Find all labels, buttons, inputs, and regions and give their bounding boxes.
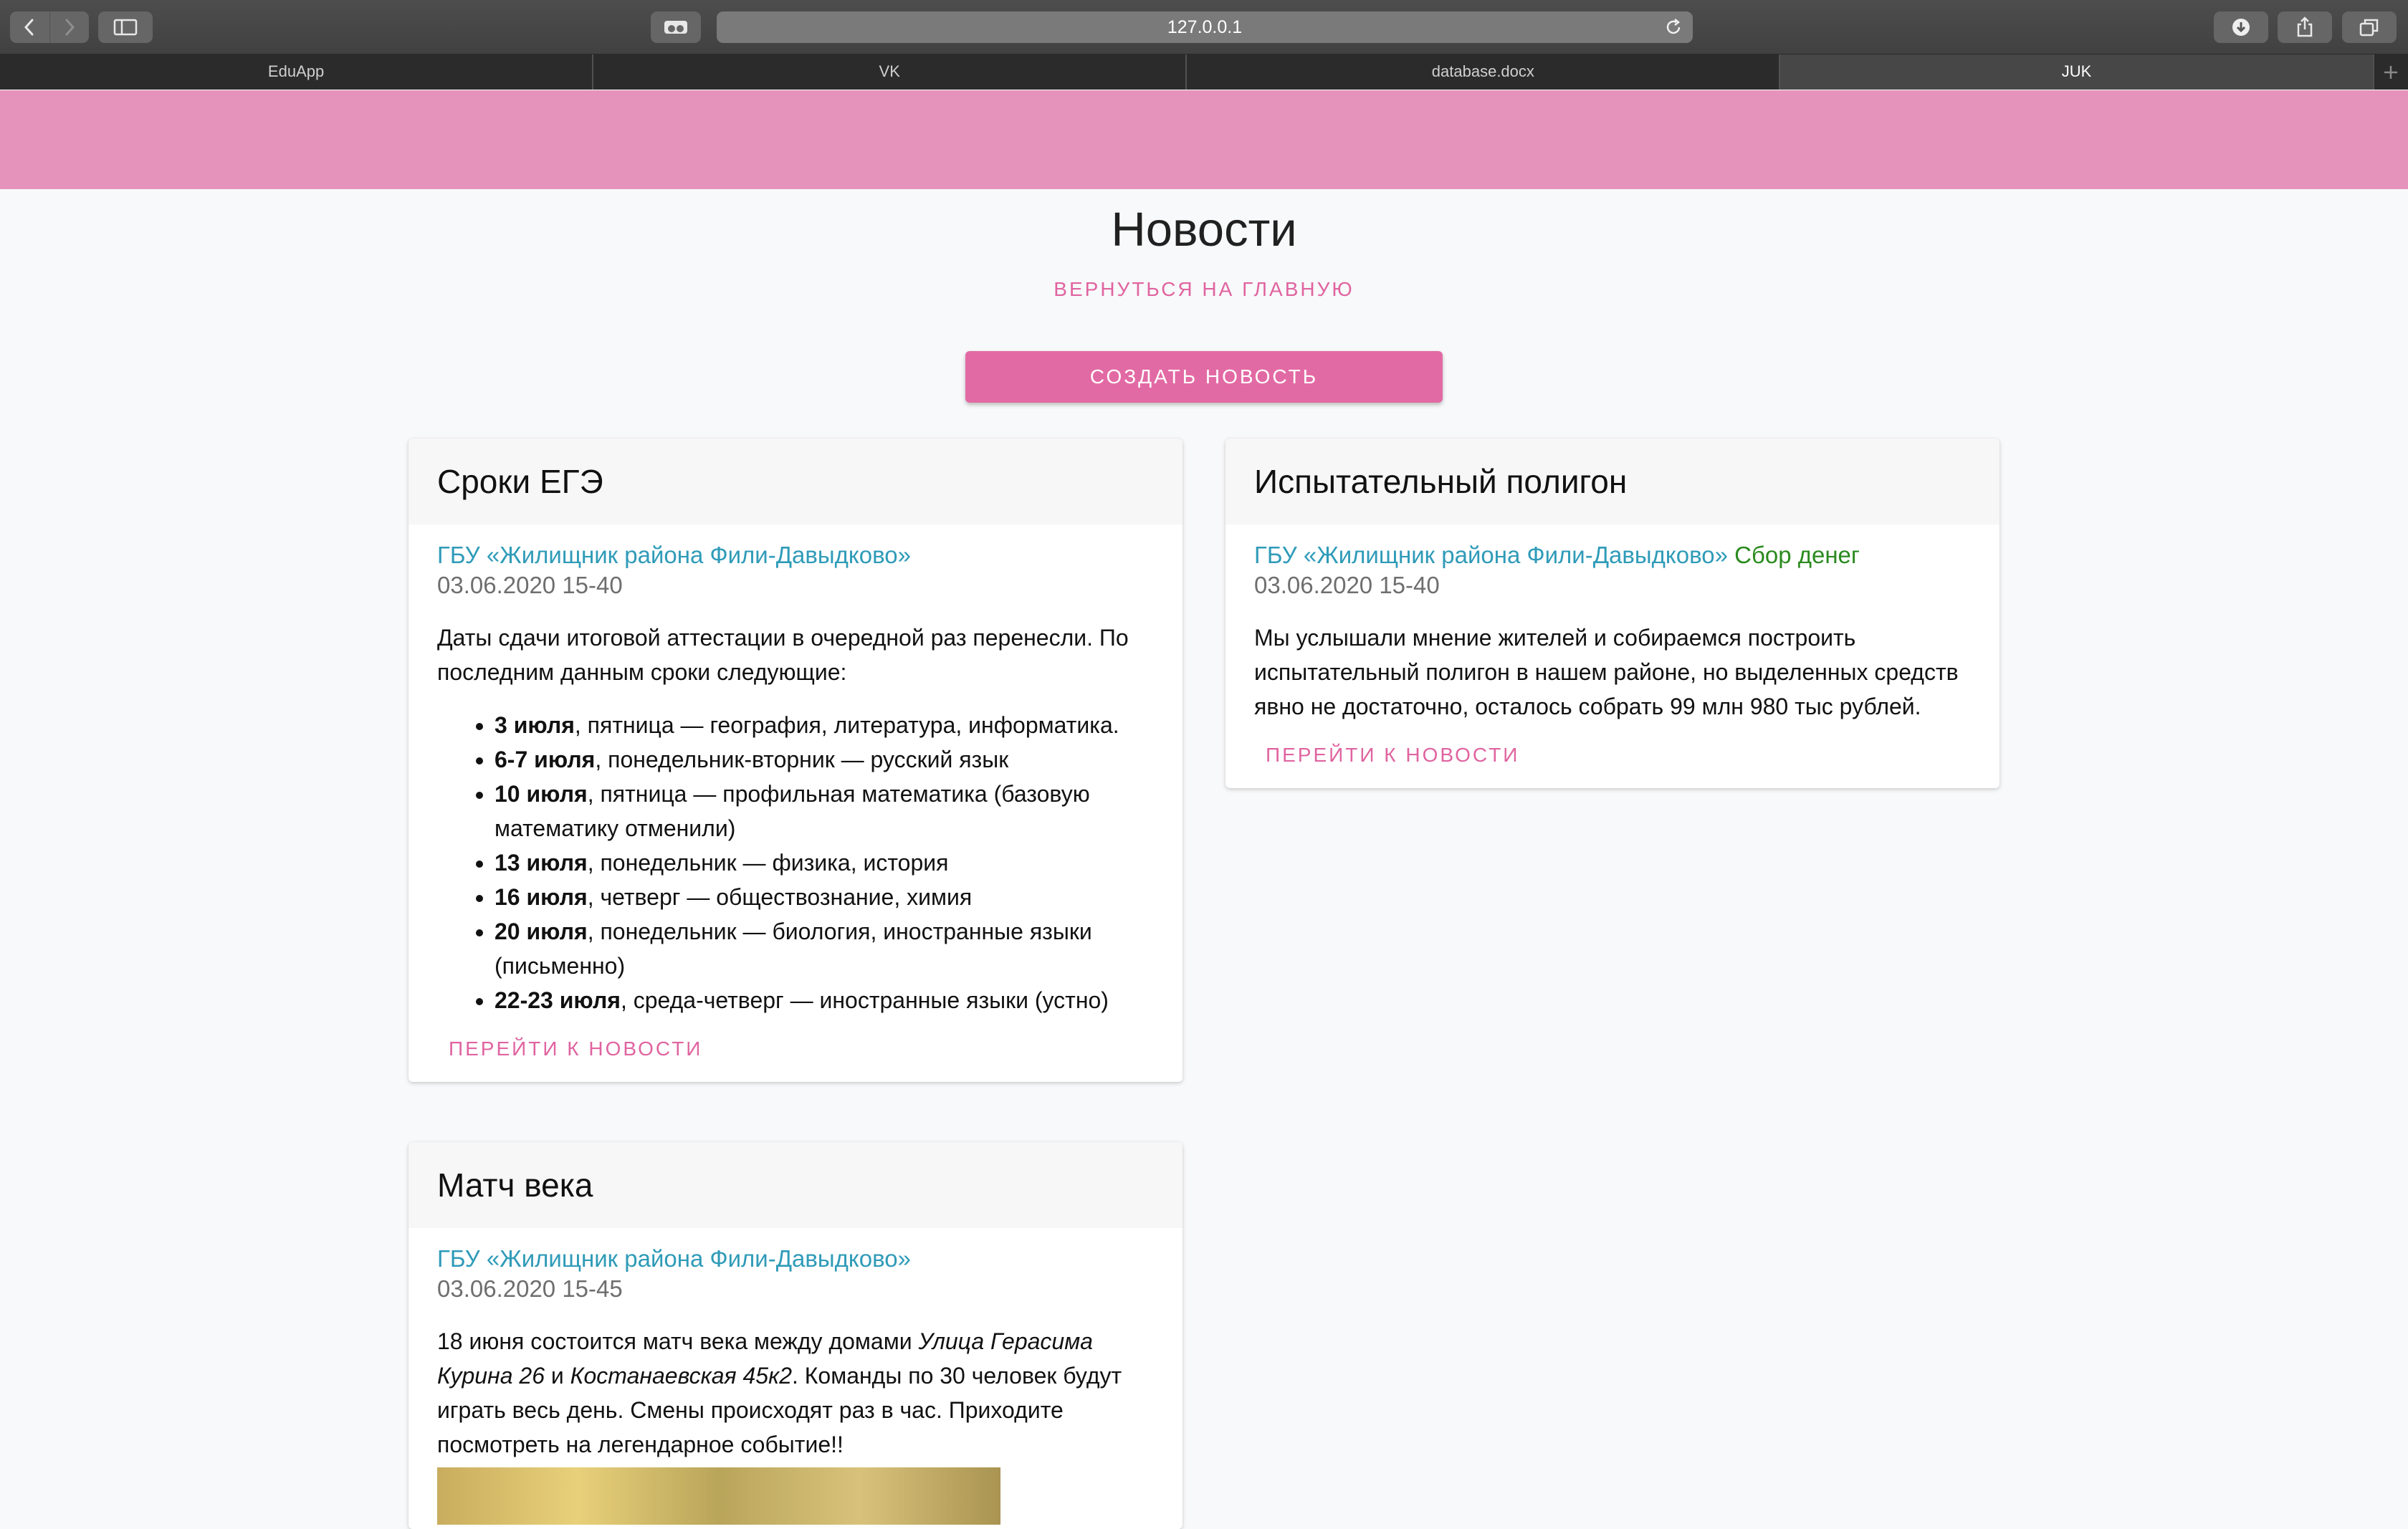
reader-button[interactable] [651, 11, 701, 43]
news-card-body: ГБУ «Жилищник района Фили-Давыдково» 03.… [408, 1228, 1182, 1529]
news-author-link[interactable]: ГБУ «Жилищник района Фили-Давыдково» [437, 1245, 911, 1272]
list-item: 10 июля, пятница — профильная математика… [494, 777, 1154, 845]
glasses-icon [664, 21, 687, 34]
news-title: Матч века [408, 1142, 1182, 1228]
app-header-bar [0, 90, 2408, 189]
create-news-button[interactable]: Создать новость [965, 351, 1443, 403]
list-item: 3 июля, пятница — география, литература,… [494, 708, 1154, 742]
list-item: 22-23 июля, среда-четверг — иностранные … [494, 983, 1154, 1017]
news-card: Матч века ГБУ «Жилищник района Фили-Давы… [408, 1142, 1182, 1529]
news-card-body: ГБУ «Жилищник района Фили-Давыдково» Сбо… [1226, 524, 2000, 788]
share-button[interactable] [2278, 11, 2332, 43]
news-title: Сроки ЕГЭ [408, 438, 1182, 524]
list-item-text: , четверг — обществознание, химия [587, 884, 973, 910]
address-bar[interactable]: 127.0.0.1 [717, 11, 1693, 43]
history-nav-group [10, 11, 89, 43]
list-item-text: , понедельник-вторник — русский язык [595, 747, 1009, 772]
news-date: 03.06.2020 15-40 [437, 572, 623, 598]
tab-bar: EduApp VK database.docx JUK [0, 54, 2408, 90]
list-item: 13 июля, понедельник — физика, история [494, 845, 1154, 880]
list-item-date: 20 июля [494, 919, 588, 944]
news-author: ГБУ «Жилищник района Фили-Давыдково» Сбо… [1254, 540, 1971, 570]
open-news-link[interactable]: Перейти к новости [1266, 744, 1519, 767]
reload-icon[interactable] [1664, 18, 1683, 37]
tab-eduapp[interactable]: EduApp [0, 54, 594, 90]
list-item-text: , среда-четверг — иностранные языки (уст… [620, 987, 1109, 1013]
sidebar-icon [113, 19, 138, 36]
news-text: Мы услышали мнение жителей и собираемся … [1254, 625, 1959, 719]
chevron-right-icon [65, 19, 75, 36]
tab-database-docx[interactable]: database.docx [1187, 54, 1781, 90]
list-item-text: , пятница — география, литература, инфор… [574, 712, 1119, 738]
share-icon [2297, 16, 2313, 37]
list-item: 20 июля, понедельник — биология, иностра… [494, 914, 1154, 983]
list-item: 16 июля, четверг — обществознание, химия [494, 880, 1154, 914]
list-item-date: 3 июля [494, 712, 575, 738]
news-card-body: ГБУ «Жилищник района Фили-Давыдково» 03.… [408, 524, 1182, 1082]
url-text: 127.0.0.1 [1167, 17, 1243, 37]
news-card: Сроки ЕГЭ ГБУ «Жилищник района Фили-Давы… [408, 438, 1182, 1082]
news-author-link[interactable]: ГБУ «Жилищник района Фили-Давыдково» [437, 542, 911, 568]
sidebar-toggle-button[interactable] [98, 11, 153, 43]
browser-toolbar: 127.0.0.1 [0, 0, 2408, 54]
news-author: ГБУ «Жилищник района Фили-Давыдково» [437, 1244, 1154, 1274]
tab-juk[interactable]: JUK [1780, 54, 2374, 90]
back-to-home-link[interactable]: Вернуться на главную [0, 278, 2408, 301]
news-author: ГБУ «Жилищник района Фили-Давыдково» [437, 540, 1154, 570]
open-news-link[interactable]: Перейти к новости [449, 1037, 702, 1060]
news-date: 03.06.2020 15-45 [437, 1275, 623, 1302]
back-button[interactable] [10, 11, 49, 43]
news-text: 18 июня состоится матч века между домами… [437, 1324, 1154, 1462]
news-tag[interactable]: Сбор денег [1734, 542, 1860, 568]
list-item-date: 22-23 июля [494, 987, 621, 1013]
news-text-part: 18 июня состоится матч века между домами [437, 1328, 919, 1354]
chevron-left-icon [24, 19, 34, 36]
news-image [437, 1467, 1000, 1525]
tab-vk[interactable]: VK [593, 54, 1188, 90]
page-title: Новости [1111, 203, 1297, 257]
download-icon [2232, 19, 2250, 36]
news-author-link[interactable]: ГБУ «Жилищник района Фили-Давыдково» [1254, 542, 1728, 568]
forward-button[interactable] [49, 11, 90, 43]
house-name: Костанаевская 45к2 [570, 1363, 792, 1389]
news-title: Испытательный полигон [1226, 438, 2000, 524]
plus-icon [2384, 65, 2398, 79]
news-card: Испытательный полигон ГБУ «Жилищник райо… [1226, 438, 2000, 788]
downloads-button[interactable] [2214, 11, 2268, 43]
news-date: 03.06.2020 15-40 [1254, 572, 1440, 598]
list-item-date: 10 июля [494, 781, 588, 807]
news-text-part: и [544, 1363, 570, 1389]
list-item-date: 6-7 июля [494, 747, 596, 772]
tabs-overview-button[interactable] [2342, 11, 2397, 43]
list-item-date: 16 июля [494, 884, 588, 910]
news-text: Даты сдачи итоговой аттестации в очередн… [437, 625, 1129, 685]
list-item-date: 13 июля [494, 850, 588, 876]
exam-dates-list: 3 июля, пятница — география, литература,… [437, 708, 1154, 1017]
new-tab-button[interactable] [2374, 54, 2408, 90]
tabs-icon [2359, 19, 2379, 37]
list-item-text: , понедельник — физика, история [587, 850, 949, 876]
list-item: 6-7 июля, понедельник-вторник — русский … [494, 742, 1154, 777]
